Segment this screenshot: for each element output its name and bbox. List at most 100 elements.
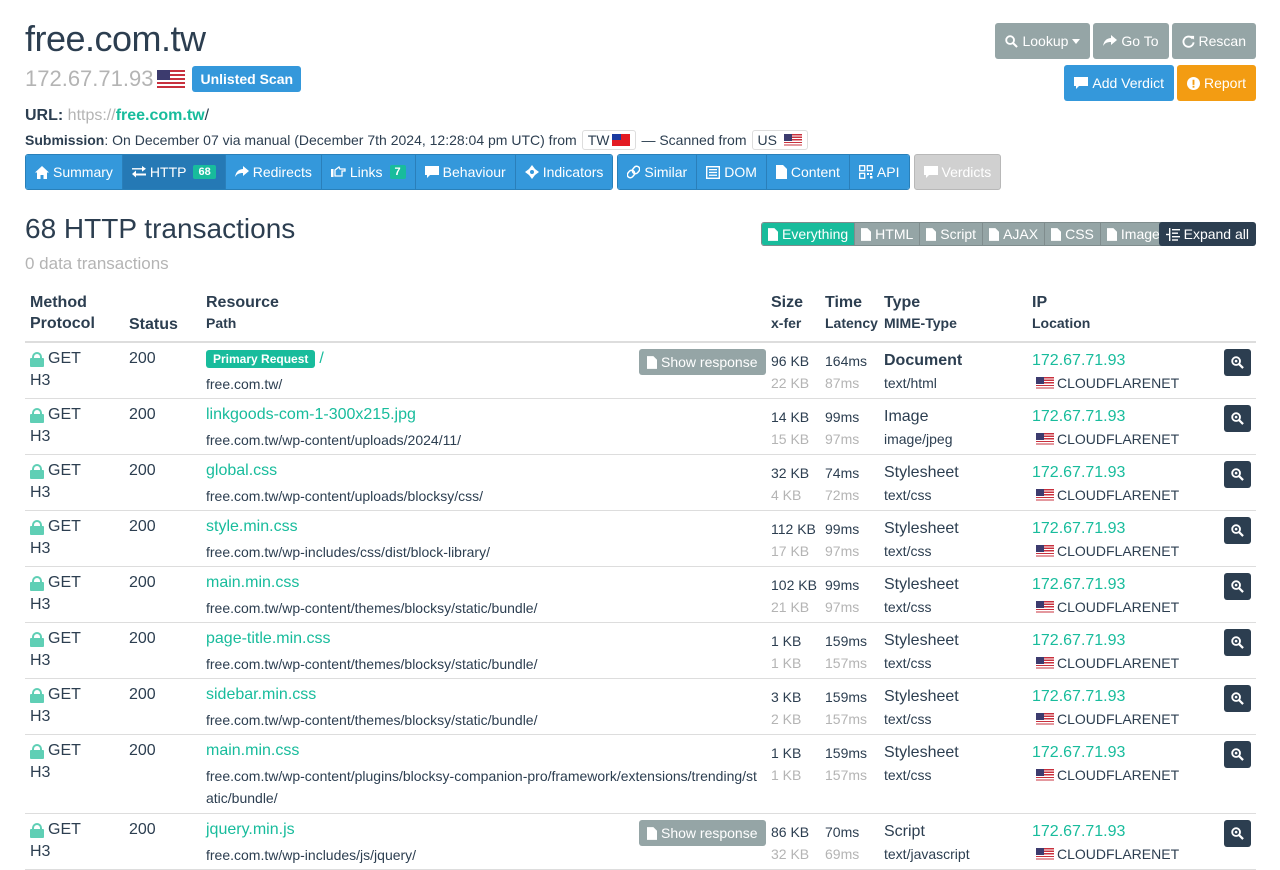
inspect-button[interactable] xyxy=(1224,629,1251,656)
filter-html[interactable]: HTML xyxy=(855,223,921,245)
tab-http[interactable]: HTTP 68 xyxy=(122,155,226,189)
tab-verdicts[interactable]: Verdicts xyxy=(913,154,1002,190)
ip-cell: 172.67.71.93 CLOUDFLARENET xyxy=(1032,742,1179,786)
inspect-button[interactable] xyxy=(1224,741,1251,768)
size: 112 KB xyxy=(771,521,816,537)
table-row[interactable]: GET H3 200 main.min.css free.com.tw/wp-conte… xyxy=(25,735,1256,814)
search-plus-icon xyxy=(1231,580,1244,593)
header-type: Type MIME-Type xyxy=(884,294,957,331)
ip-link[interactable]: 172.67.71.93 xyxy=(1032,350,1179,372)
protocol: H3 xyxy=(30,652,51,669)
ip-link[interactable]: 172.67.71.93 xyxy=(1032,406,1179,428)
inspect-button[interactable] xyxy=(1224,573,1251,600)
tab-content-label: Content xyxy=(790,164,840,180)
report-button[interactable]: Report xyxy=(1176,65,1256,101)
time-cell: 99ms 97ms xyxy=(825,406,859,450)
filter-script[interactable]: Script xyxy=(920,223,984,245)
inspect-button[interactable] xyxy=(1224,349,1251,376)
resource-name-link[interactable]: sidebar.min.css xyxy=(206,686,316,704)
table-row[interactable]: GET H3 200 global.css free.com.tw/wp-content… xyxy=(25,455,1256,511)
ip-link[interactable]: 172.67.71.93 xyxy=(1032,821,1179,843)
resource-name-link[interactable]: / xyxy=(319,350,323,368)
goto-button[interactable]: Go To xyxy=(1093,23,1169,59)
table-row[interactable]: GET H3 200 style.min.css free.com.tw/wp-incl… xyxy=(25,511,1256,567)
tab-links[interactable]: Links 7 xyxy=(321,155,416,189)
status: 200 xyxy=(129,406,156,423)
ip-link[interactable]: 172.67.71.93 xyxy=(1032,462,1179,484)
table-row[interactable]: GET H3 200 sidebar.min.css free.com.tw/wp-co… xyxy=(25,679,1256,735)
rescan-label: Rescan xyxy=(1198,33,1246,49)
resource-name-link[interactable]: main.min.css xyxy=(206,574,299,592)
filter-label: Script xyxy=(940,226,977,242)
tab-summary[interactable]: Summary xyxy=(26,155,123,189)
filter-image[interactable]: Image xyxy=(1100,223,1166,245)
asn-location: CLOUDFLARENET xyxy=(1057,431,1180,447)
type-cell: Stylesheet text/css xyxy=(884,630,959,674)
url-host-link[interactable]: free.com.tw xyxy=(116,107,205,124)
tab-similar[interactable]: Similar xyxy=(618,155,698,189)
lock-icon xyxy=(30,519,44,535)
tab-indicators[interactable]: Indicators xyxy=(515,155,613,189)
ip-link[interactable]: 172.67.71.93 xyxy=(1032,630,1179,652)
tab-content[interactable]: Content xyxy=(766,155,850,189)
asn-location: CLOUDFLARENET xyxy=(1057,655,1180,671)
tab-redirects[interactable]: Redirects xyxy=(225,155,322,189)
action-buttons-row1: Lookup Go To Rescan xyxy=(995,23,1256,59)
tab-dom[interactable]: DOM xyxy=(697,155,767,189)
tab-api[interactable]: API xyxy=(849,155,909,189)
lookup-button[interactable]: Lookup xyxy=(995,23,1091,59)
show-response-button[interactable]: Show response xyxy=(639,349,766,375)
add-verdict-button[interactable]: Add Verdict xyxy=(1064,65,1174,101)
resource-name-link[interactable]: linkgoods-com-1-300x215.jpg xyxy=(206,406,416,424)
resource-name-link[interactable]: main.min.css xyxy=(206,742,299,760)
ip-link[interactable]: 172.67.71.93 xyxy=(1032,518,1179,540)
file-icon xyxy=(647,826,657,840)
resource-name-link[interactable]: jquery.min.js xyxy=(206,821,295,839)
inspect-button[interactable] xyxy=(1224,517,1251,544)
resource-name-link[interactable]: page-title.min.css xyxy=(206,630,331,648)
time-cell: 99ms 97ms xyxy=(825,518,859,562)
latency: 157ms xyxy=(825,711,868,727)
ip-link[interactable]: 172.67.71.93 xyxy=(1032,574,1179,596)
expand-all-button[interactable]: Expand all xyxy=(1158,222,1256,246)
inspect-button[interactable] xyxy=(1224,461,1251,488)
status: 200 xyxy=(129,742,156,759)
submission-country-chip[interactable]: TW xyxy=(581,130,637,150)
file-icon xyxy=(1106,227,1117,241)
ip-link[interactable]: 172.67.71.93 xyxy=(1032,742,1179,764)
resource-cell: global.css free.com.tw/wp-content/uploads… xyxy=(206,462,766,507)
inspect-button[interactable] xyxy=(1224,405,1251,432)
filter-everything[interactable]: Everything xyxy=(762,223,856,245)
transfer-size: 32 KB xyxy=(771,846,810,862)
table-row[interactable]: GET H3 200 jquery.min.js free.com.tw/wp-incl… xyxy=(25,814,1256,870)
filter-css[interactable]: CSS xyxy=(1045,223,1101,245)
table-row[interactable]: GET H3 200 main.min.css free.com.tw/wp-conte… xyxy=(25,567,1256,623)
inspect-button[interactable] xyxy=(1224,820,1251,847)
inspect-button[interactable] xyxy=(1224,685,1251,712)
table-row[interactable]: GET H3 200 linkgoods-com-1-300x215.jpg free.… xyxy=(25,399,1256,455)
rescan-button[interactable]: Rescan xyxy=(1171,23,1256,59)
search-plus-icon xyxy=(1231,356,1244,369)
resource-name-link[interactable]: style.min.css xyxy=(206,518,298,536)
lock-icon xyxy=(30,687,44,703)
show-response-button[interactable]: Show response xyxy=(639,820,766,846)
transfer-size: 1 KB xyxy=(771,767,802,783)
ip-link[interactable]: 172.67.71.93 xyxy=(1032,686,1179,708)
resource-cell: main.min.css free.com.tw/wp-content/theme… xyxy=(206,574,766,619)
filter-ajax[interactable]: AJAX xyxy=(983,223,1046,245)
protocol: H3 xyxy=(30,484,51,501)
method: GET xyxy=(48,518,81,535)
scanned-country-chip[interactable]: US xyxy=(751,130,808,150)
url-label: URL: xyxy=(25,107,64,124)
resource-name-link[interactable]: global.css xyxy=(206,462,277,480)
refresh-icon xyxy=(1182,35,1195,48)
protocol: H3 xyxy=(30,843,51,860)
indent-icon xyxy=(1165,227,1180,241)
table-row[interactable]: GET H3 200 page-title.min.css free.com.tw/wp… xyxy=(25,623,1256,679)
tab-behaviour[interactable]: Behaviour xyxy=(415,155,516,189)
resource-type: Image xyxy=(884,408,929,425)
table-row[interactable]: GET H3 200 Primary Request / free.com.tw/Show… xyxy=(25,343,1256,399)
tab-indicators-label: Indicators xyxy=(542,164,604,180)
us-flag-icon xyxy=(1036,769,1054,781)
mime-type: text/javascript xyxy=(884,846,970,862)
